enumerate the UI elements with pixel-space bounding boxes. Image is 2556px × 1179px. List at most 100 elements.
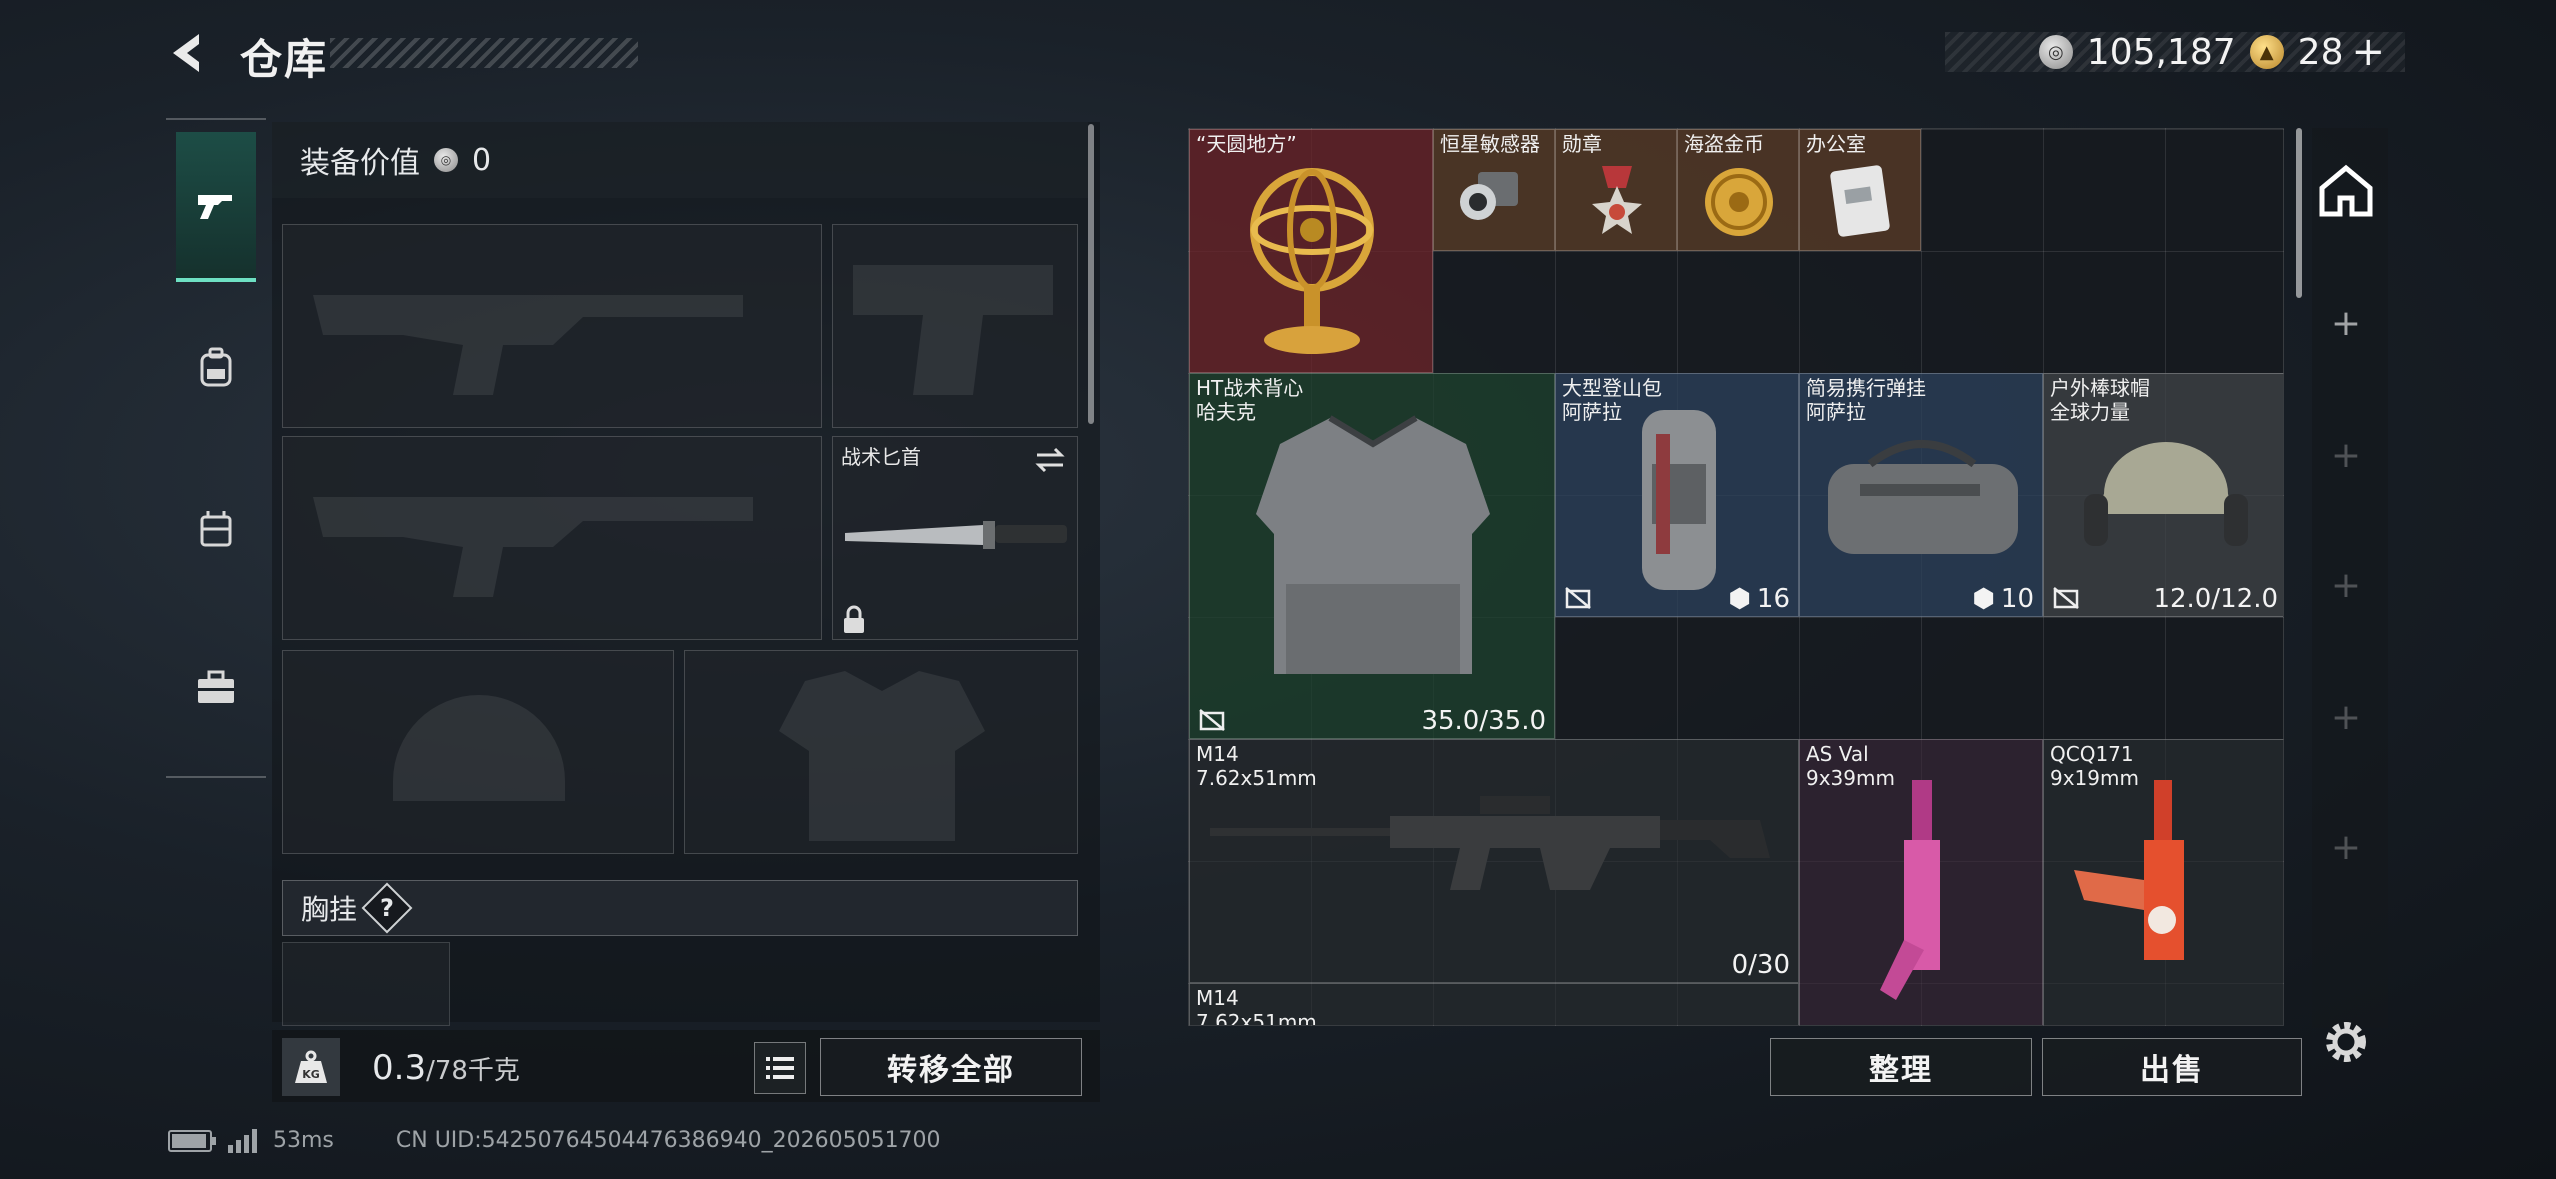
pistol-silhouette-icon: [853, 265, 1053, 395]
chest-rig-slot[interactable]: [282, 942, 450, 1026]
item-ammo-count: 0/30: [1731, 950, 1790, 980]
smg-icon: [2074, 780, 2184, 960]
storage-item-chest-rig[interactable]: 简易携行弹挂 阿萨拉 ⬢ 10: [1799, 373, 2043, 617]
storage-item-armillary-sphere[interactable]: “天圆地方”: [1189, 129, 1433, 373]
lock-icon: [844, 605, 864, 633]
equipment-value: 0: [472, 142, 492, 178]
keycard-icon: [1830, 165, 1890, 237]
duffel-rig-icon: [1828, 440, 2018, 554]
locked-storage-page[interactable]: +: [2328, 568, 2364, 604]
item-capacity: ⬢ 16: [1728, 584, 1790, 614]
gold-coin-icon: [1705, 168, 1773, 236]
equipment-scrollbar[interactable]: [1088, 124, 1094, 424]
rig-icon: [200, 511, 232, 547]
chest-rig-header: 胸挂 ?: [282, 880, 1078, 936]
locked-storage-page[interactable]: +: [2328, 438, 2364, 474]
category-rig[interactable]: [176, 452, 256, 602]
title-decoration: [330, 38, 638, 68]
list-icon: [766, 1057, 794, 1079]
weight-current: 0.3: [372, 1048, 427, 1088]
storage-item-m14-2[interactable]: M14 7.62x51mm: [1189, 983, 1799, 1026]
knife-icon: [845, 521, 1067, 549]
equipment-value-label: 装备价值: [300, 146, 420, 181]
svg-text:KG: KG: [302, 1068, 320, 1081]
help-icon[interactable]: ?: [361, 882, 413, 934]
back-arrow-icon[interactable]: [165, 28, 215, 78]
no-container-icon: [1199, 709, 1225, 731]
star-sensor-icon: [1460, 172, 1518, 220]
medal-icon: [1592, 166, 1642, 234]
storage-item-pirate-coin[interactable]: 海盗金币: [1677, 129, 1799, 251]
equipment-value-header: 装备价值 ◎ 0: [272, 122, 1088, 198]
item-durability: 12.0/12.0: [2153, 584, 2278, 614]
currency-bar: ◎ 105,187 ▲ 28 +: [1945, 29, 2405, 75]
rifle-silhouette-icon: [313, 295, 743, 395]
cap-headset-icon: [2084, 442, 2248, 546]
page-title: 仓库: [240, 35, 329, 84]
storage-item-as-val[interactable]: AS Val 9x39mm: [1799, 739, 2043, 1025]
no-container-icon: [1565, 587, 1591, 609]
user-uid: CN UID:5425076450447638694​0_20260505170…: [395, 1128, 941, 1153]
locked-storage-page[interactable]: +: [2328, 700, 2364, 736]
storage-item-hiking-backpack[interactable]: 大型登山包 阿萨拉 ⬢ 16: [1555, 373, 1799, 617]
item-name: M14 7.62x51mm: [1196, 986, 1317, 1026]
gear-icon[interactable]: [2320, 1016, 2372, 1068]
pistol-slot[interactable]: [832, 224, 1078, 428]
storage-item-baseball-cap[interactable]: 户外棒球帽 全球力量 12.0/12.0: [2043, 373, 2283, 617]
signal-icon: [228, 1128, 257, 1153]
battery-icon: [168, 1129, 216, 1152]
armillary-sphere-icon: [1250, 168, 1374, 354]
storage-item-qcq171[interactable]: QCQ171 9x19mm: [2043, 739, 2283, 1025]
knife-slot[interactable]: 战术匕首: [832, 436, 1078, 640]
storage-item-medal[interactable]: 勋章: [1555, 129, 1677, 251]
pistol-icon: [198, 195, 232, 219]
storage-item-tactical-vest[interactable]: HT战术背心 哈夫克 35.0/35.0: [1189, 373, 1555, 739]
capacity-icon: ⬢: [1972, 584, 1995, 614]
add-storage-page-button[interactable]: +: [2328, 306, 2364, 342]
gold-coin-icon: ▲: [2249, 35, 2284, 69]
silver-coin-icon: ◎: [2038, 35, 2073, 69]
rifle-silhouette-icon: [313, 497, 753, 597]
storage-item-star-sensor[interactable]: 恒星敏感器: [1433, 129, 1555, 251]
silver-coin-icon: ◎: [434, 148, 458, 172]
add-currency-button[interactable]: +: [2351, 29, 2385, 75]
weight-max: /78千克: [426, 1056, 520, 1086]
category-toolbox[interactable]: [176, 612, 256, 762]
item-durability: 35.0/35.0: [1421, 706, 1546, 736]
locked-storage-page[interactable]: +: [2328, 830, 2364, 866]
category-backpack[interactable]: [176, 292, 256, 442]
transfer-all-button[interactable]: 转移全部: [820, 1038, 1082, 1096]
toolbox-icon: [198, 670, 234, 703]
ping-value: 53ms: [273, 1128, 334, 1153]
storage-item-office-card[interactable]: 办公室: [1799, 129, 1921, 251]
capacity-icon: ⬢: [1728, 584, 1751, 614]
helmet-silhouette-icon: [393, 695, 565, 801]
tactical-vest-icon: [1256, 415, 1490, 674]
weight-readout: 0.3/78千克: [372, 1048, 520, 1088]
rifle-icon: [1210, 796, 1770, 890]
category-weapons[interactable]: [176, 132, 256, 282]
storage-scrollbar[interactable]: [2296, 128, 2302, 298]
silver-currency-value: 105,187: [2086, 31, 2236, 73]
storage-item-m14[interactable]: M14 7.62x51mm 0/30: [1189, 739, 1799, 983]
list-view-button[interactable]: [754, 1042, 806, 1094]
no-container-icon: [2053, 587, 2079, 609]
chest-rig-label: 胸挂: [301, 893, 358, 926]
category-sidebar: [166, 118, 266, 778]
helmet-slot[interactable]: [282, 650, 674, 854]
armor-silhouette-icon: [779, 671, 985, 841]
backpack-icon: [200, 347, 232, 387]
status-bar: 53ms CN UID:5425076450447638694​0_202605…: [168, 1128, 941, 1153]
primary-weapon-slot[interactable]: [282, 224, 822, 428]
sell-button[interactable]: 出售: [2042, 1038, 2302, 1096]
item-capacity: ⬢ 10: [1972, 584, 2034, 614]
sort-button[interactable]: 整理: [1770, 1038, 2032, 1096]
weight-icon: KG: [282, 1038, 340, 1096]
storage-grid: “天圆地方” 恒星敏感器 勋章 海盗金币 办公室 HT战术背心 哈夫克 35.0…: [1188, 128, 2284, 1026]
rifle-icon: [1880, 780, 1940, 1000]
secondary-weapon-slot[interactable]: [282, 436, 822, 640]
home-icon[interactable]: [2316, 160, 2376, 220]
armor-slot[interactable]: [684, 650, 1078, 854]
gold-currency-value: 28: [2297, 31, 2344, 73]
backpack-icon: [1642, 410, 1716, 590]
